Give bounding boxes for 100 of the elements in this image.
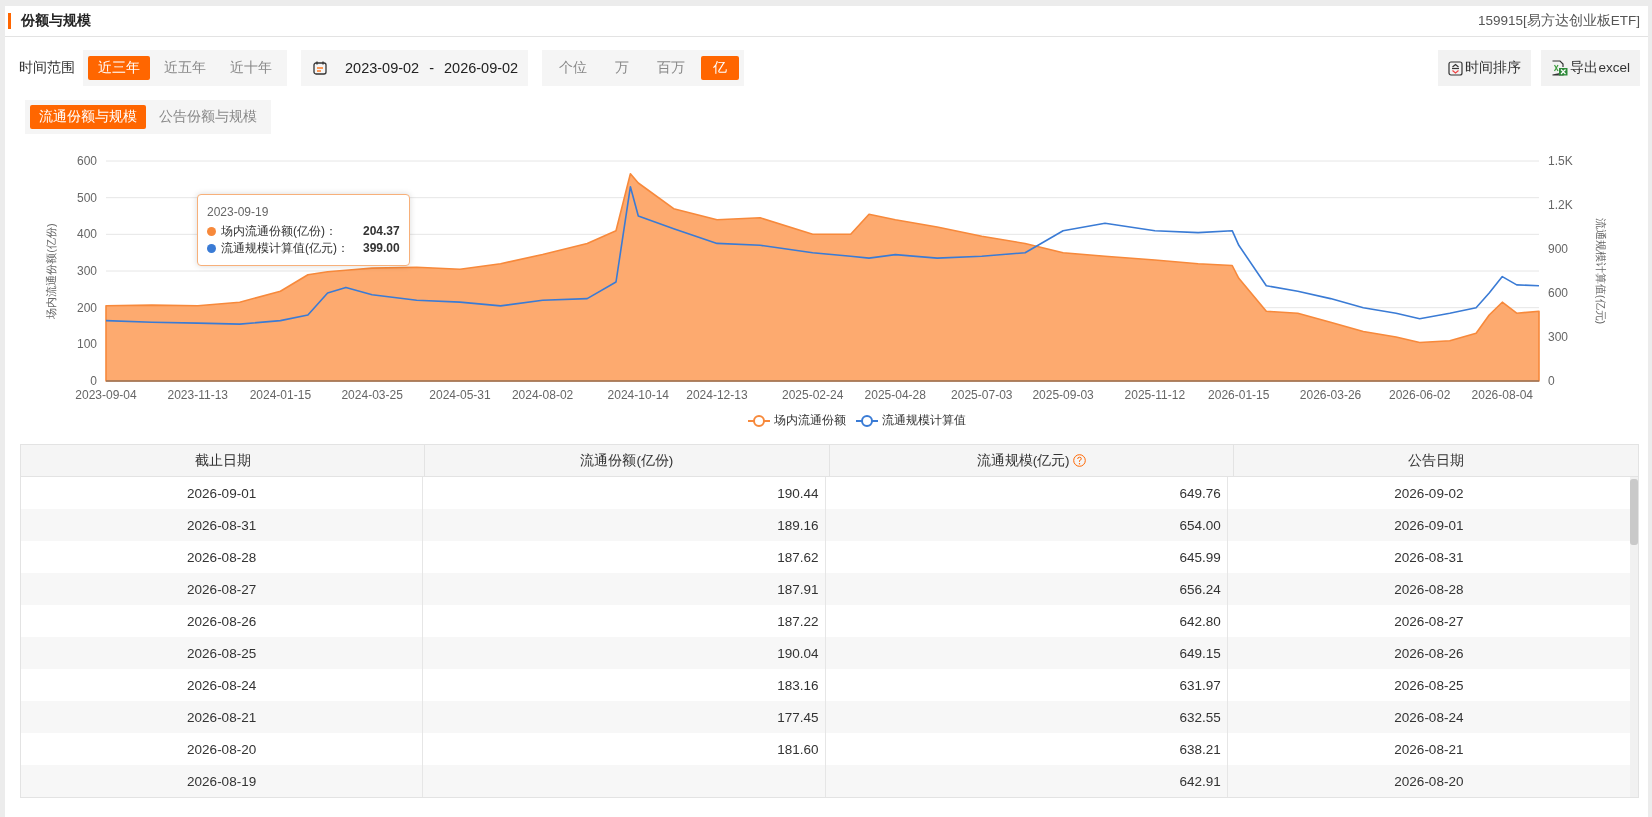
scrollbar[interactable]: [1630, 477, 1638, 797]
calendar-icon: [313, 61, 327, 75]
table-cell: 2026-08-31: [187, 517, 257, 533]
table-cell: 631.97: [1179, 677, 1221, 693]
axis-tick-label: 2024-08-02: [511, 388, 574, 402]
table-cell: 190.04: [777, 645, 819, 661]
table-cell: 181.60: [777, 741, 819, 757]
tooltip-value: 399.00: [363, 240, 400, 257]
legend-label: 流通规模计算值: [881, 412, 966, 429]
table-cell: 2026-08-25: [1394, 677, 1464, 693]
legend-marker-icon: [855, 413, 878, 428]
unit-option[interactable]: 亿: [701, 56, 740, 80]
unit-option[interactable]: 百万: [645, 56, 698, 80]
axis-tick-label: 400: [76, 227, 97, 242]
table-cell: 2026-08-28: [1394, 581, 1464, 597]
axis-tick-label: 600: [76, 154, 97, 168]
spreadsheet-icon: [1551, 60, 1569, 76]
end-date: 2026-09-02: [444, 60, 519, 76]
axis-tick-label: 0: [1548, 374, 1555, 388]
help-icon[interactable]: [1072, 454, 1086, 467]
axis-tick-label: 2026-06-02: [1389, 388, 1451, 402]
table-cell: 2026-08-26: [1394, 645, 1464, 661]
table-cell: 2026-08-19: [187, 773, 257, 789]
export-button[interactable]: 导出excel: [1541, 50, 1640, 86]
axis-tick-label: 0: [90, 374, 97, 388]
axis-tick-label: 2023-09-04: [75, 388, 137, 402]
legend-label: 场内流通份额: [773, 412, 846, 429]
axis-tick-label: 2025-11-12: [1124, 388, 1186, 402]
unit-option[interactable]: 万: [603, 56, 642, 80]
table-cell: 183.16: [777, 677, 819, 693]
table-cell: 2026-09-01: [1394, 517, 1464, 533]
table-cell: 638.21: [1179, 741, 1221, 757]
axis-tick-label: 2024-01-15: [249, 388, 312, 402]
table-cell: 2026-08-21: [1394, 741, 1464, 757]
range-option[interactable]: 近五年: [154, 56, 216, 80]
axis-tick-label: 500: [76, 190, 97, 205]
axis-tick-label: 2024-10-14: [607, 388, 669, 402]
chart-tab[interactable]: 公告份额与规模: [150, 105, 266, 129]
axis-tick-label: 600: [1548, 286, 1569, 300]
table-cell: 642.91: [1179, 773, 1221, 789]
table-cell: 2026-08-20: [1394, 773, 1464, 789]
sort-button[interactable]: 时间排序: [1438, 50, 1532, 86]
series-dot: [207, 244, 216, 253]
table-cell: 2026-08-20: [187, 741, 257, 757]
column-header[interactable]: 公告日期: [1233, 445, 1638, 476]
table-cell: 2026-08-27: [1394, 613, 1464, 629]
table-cell: 187.62: [777, 549, 819, 565]
column-header[interactable]: 截止日期: [21, 445, 426, 476]
table-cell: 2026-08-31: [1394, 549, 1464, 565]
column-header[interactable]: 流通规模(亿元): [829, 445, 1234, 476]
axis-tick-label: 1.5K: [1548, 154, 1573, 168]
axis-tick-label: 200: [76, 300, 97, 315]
axis-tick-label: 2024-05-31: [429, 388, 491, 402]
axis-tick-label: 2026-03-26: [1299, 388, 1362, 402]
table-cell: 177.45: [777, 709, 819, 725]
sort-icon: [1448, 60, 1464, 76]
axis-tick-label: 1.2K: [1548, 198, 1573, 212]
table-cell: 2026-09-02: [1394, 485, 1464, 501]
start-date: 2023-09-02: [345, 60, 420, 76]
chart-tab[interactable]: 流通份额与规模: [30, 105, 146, 129]
date-range-field[interactable]: 2023-09-02 - 2026-09-02: [301, 50, 529, 86]
table-cell: 2026-08-24: [1394, 709, 1464, 725]
axis-tick-label: 2024-03-25: [341, 388, 403, 402]
fund-name: 159915[易方达创业板ETF]: [1477, 12, 1640, 30]
table-cell: 187.22: [777, 613, 819, 629]
axis-tick-label: 2025-09-03: [1032, 388, 1094, 402]
table-cell: 187.91: [777, 581, 819, 597]
table-cell: 632.55: [1179, 709, 1221, 725]
range-label: 时间范围: [19, 59, 75, 77]
axis-tick-label: 2025-04-28: [864, 388, 926, 402]
accent-bar: [8, 13, 11, 29]
series-dot: [207, 227, 216, 236]
table-cell: 649.15: [1179, 645, 1221, 661]
axis-tick-label: 2025-07-03: [951, 388, 1013, 402]
table-cell: 2026-08-27: [187, 581, 257, 597]
date-separator: -: [429, 60, 434, 76]
table-cell: 645.99: [1179, 549, 1221, 565]
axis-title: 场内流通份额(亿份): [45, 223, 57, 319]
tooltip-label: 流通规模计算值(亿元)：: [221, 240, 349, 257]
table-cell: 654.00: [1179, 517, 1221, 533]
table-cell: 2026-08-21: [187, 709, 257, 725]
tooltip-label: 场内流通份额(亿份)：: [221, 223, 337, 240]
axis-tick-label: 900: [1548, 242, 1569, 256]
tooltip-value: 204.37: [363, 223, 400, 240]
unit-option[interactable]: 个位: [547, 56, 600, 80]
table-cell: 2026-09-01: [187, 485, 257, 501]
axis-tick-label: 300: [76, 264, 97, 278]
axis-tick-label: 2026-08-04: [1471, 388, 1533, 402]
range-option[interactable]: 近十年: [220, 56, 282, 80]
section-title: 份额与规模: [21, 12, 91, 30]
table-cell: 649.76: [1179, 485, 1221, 501]
table-cell: 2026-08-24: [187, 677, 257, 693]
table-cell: 2026-08-26: [187, 613, 257, 629]
table-cell: 190.44: [777, 485, 819, 501]
tooltip-date: 2023-09-19: [207, 205, 270, 219]
column-header[interactable]: 流通份额(亿份): [425, 445, 830, 476]
range-option[interactable]: 近三年: [88, 56, 150, 80]
axis-tick-label: 2025-02-24: [781, 388, 844, 402]
axis-title: 流通规模计算值(亿元): [1595, 217, 1607, 325]
legend-marker-icon: [747, 413, 770, 428]
